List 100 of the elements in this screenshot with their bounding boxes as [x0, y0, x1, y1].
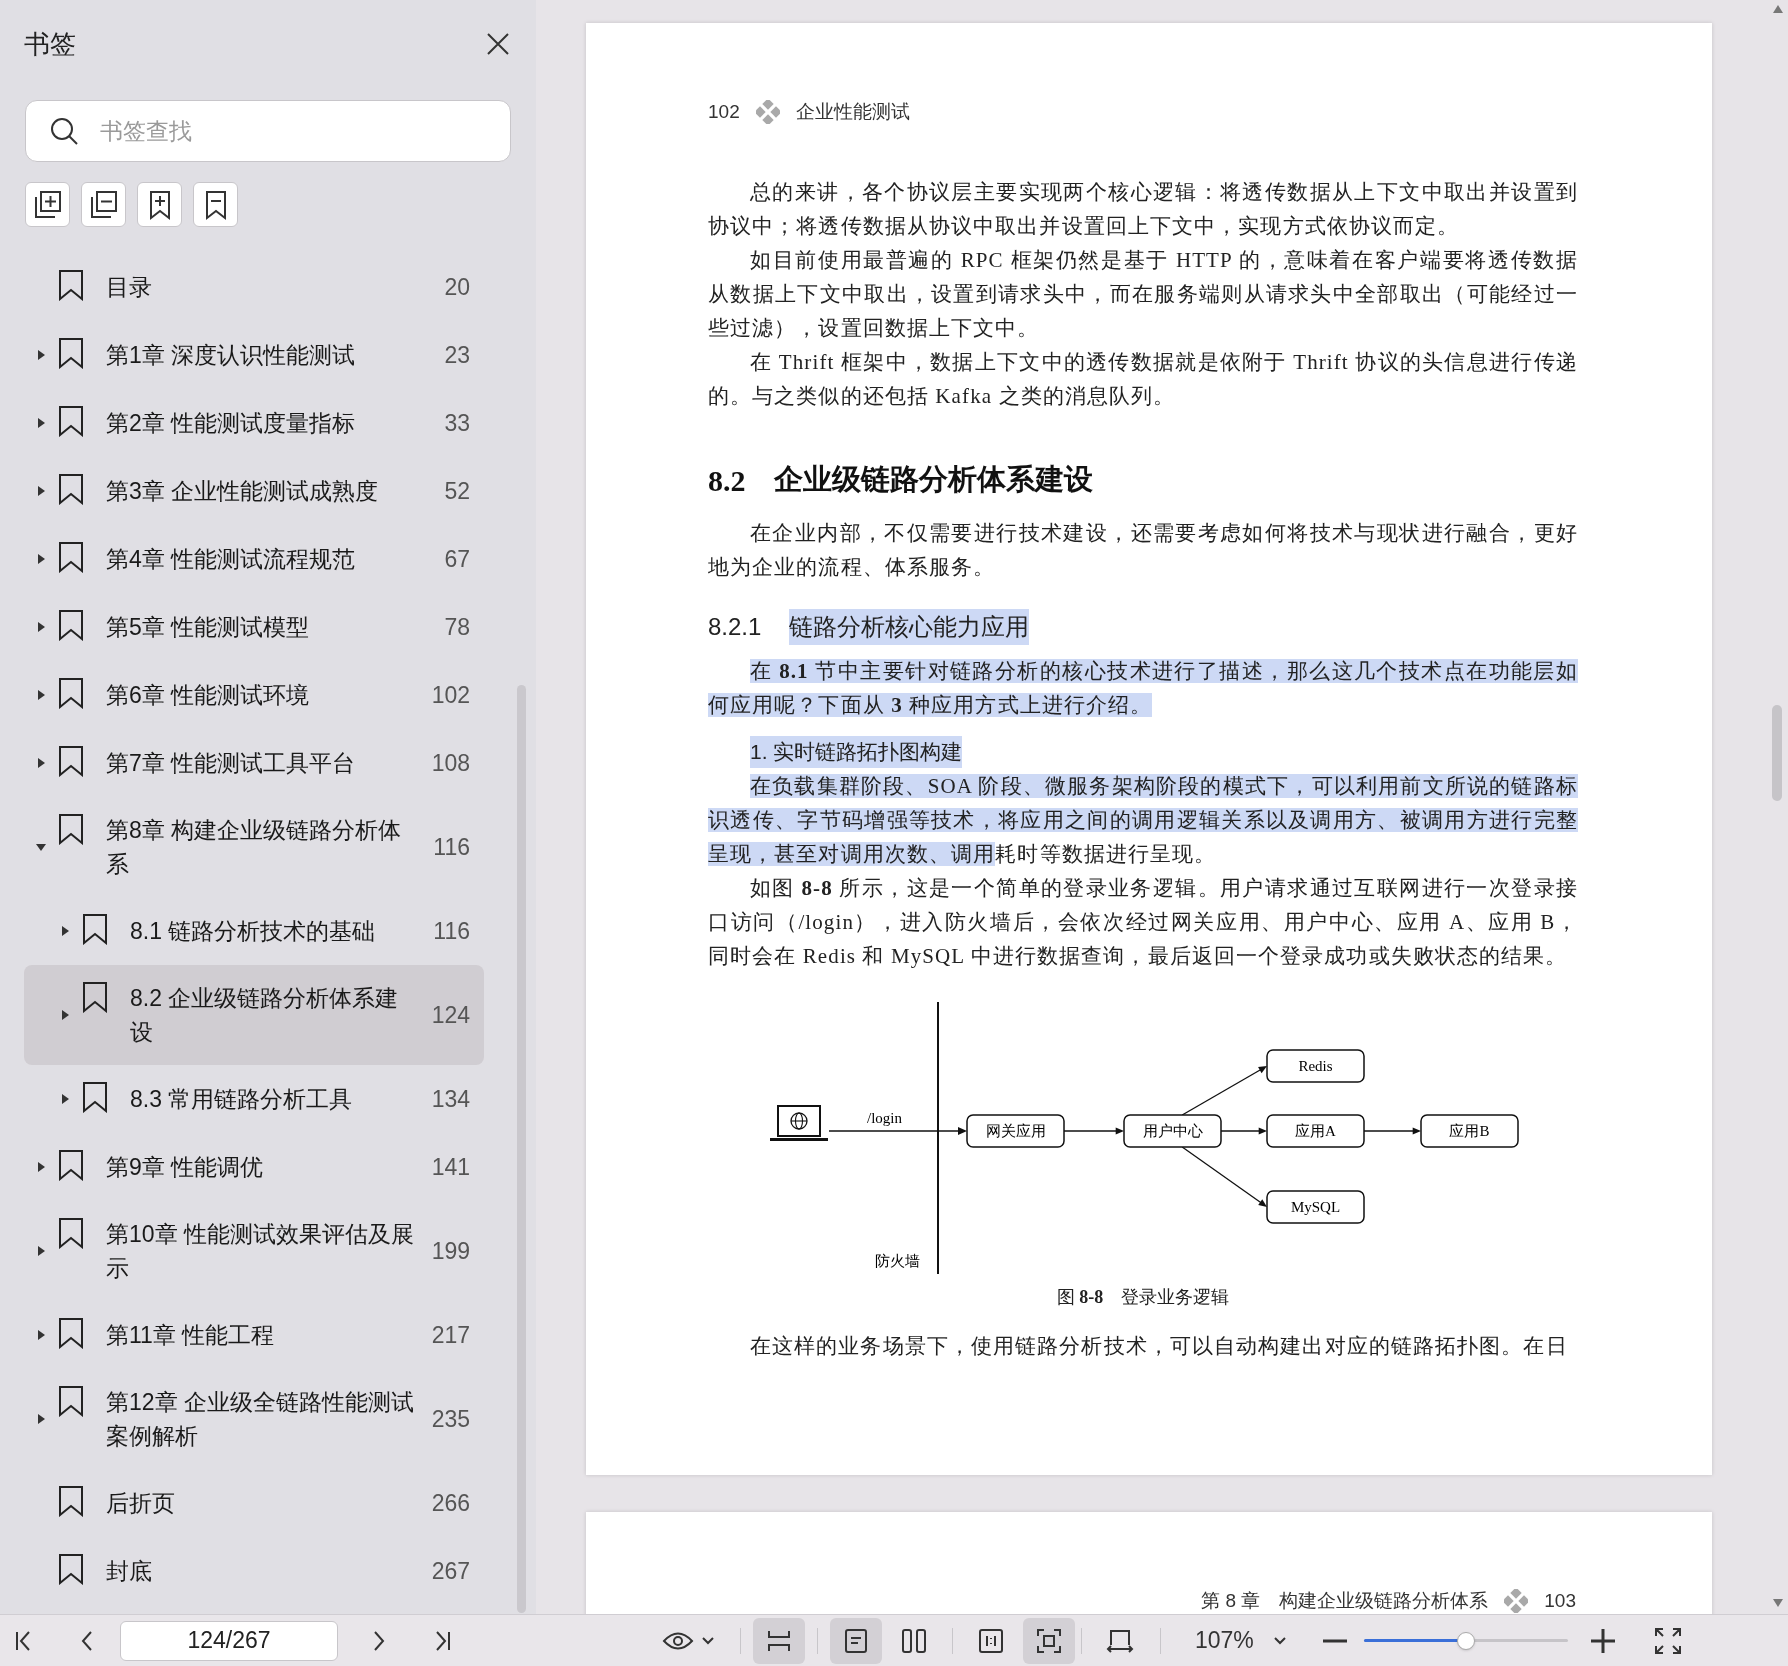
bookmark-title: 第10章 性能测试效果评估及展示 [106, 1220, 415, 1283]
caret-icon[interactable] [36, 485, 46, 497]
page-number: 52 [444, 476, 471, 506]
bookmark-item[interactable]: 后折页 266 [24, 1469, 484, 1537]
bookmark-item[interactable]: 第4章 性能测试流程规范 67 [24, 525, 484, 593]
bookmark-icon [58, 745, 84, 777]
page-number: 217 [431, 1320, 471, 1350]
actual-size-icon [978, 1627, 1004, 1654]
bookmark-item[interactable]: 8.1 链路分析技术的基础 116 [24, 897, 484, 965]
page-number: 235 [431, 1404, 471, 1434]
page-number: 267 [431, 1556, 471, 1586]
caret-icon[interactable] [36, 1161, 46, 1173]
bookmark-title: 8.3 常用链路分析工具 [130, 1085, 354, 1114]
bookmark-item[interactable]: 第1章 深度认识性能测试 23 [24, 321, 484, 389]
bookmark-title: 8.1 链路分析技术的基础 [130, 917, 377, 946]
bookmark-item[interactable]: 8.2 企业级链路分析体系建设 124 [24, 965, 484, 1065]
caret-icon[interactable] [36, 349, 46, 361]
firewall-label: 防火墙 [875, 1253, 920, 1269]
bookmark-icon [58, 1317, 84, 1349]
search-field[interactable]: 书签查找 [25, 100, 511, 162]
view-button[interactable] [753, 1617, 805, 1664]
zoom-dropdown[interactable]: 107% [1195, 1623, 1286, 1658]
caret-icon[interactable] [60, 925, 70, 937]
bookmark-icon [58, 337, 84, 369]
zoom-in-button[interactable] [1589, 1627, 1616, 1654]
scroll-down-icon [1772, 1598, 1784, 1608]
view-button[interactable] [1023, 1617, 1075, 1664]
bookmark-item[interactable]: 第2章 性能测试度量指标 33 [24, 389, 484, 457]
bookmark-title: 第7章 性能测试工具平台 [106, 749, 357, 778]
page-number: 78 [444, 612, 471, 642]
bookmark-icon [82, 913, 108, 945]
bookmark-title: 第8章 构建企业级链路分析体系 [106, 816, 403, 879]
diagram-node: 网关应用 [966, 1114, 1065, 1148]
caret-icon[interactable] [36, 621, 46, 633]
slider-thumb[interactable] [1456, 1631, 1475, 1650]
diagram-node: 应用A [1266, 1114, 1365, 1148]
caret-icon[interactable] [36, 553, 46, 565]
caret-icon[interactable] [36, 757, 46, 769]
page-number: 102 [708, 99, 740, 124]
page-number: 116 [433, 832, 471, 862]
page-number: 23 [444, 340, 471, 370]
scroll-up-icon [1772, 4, 1784, 14]
caret-icon[interactable] [36, 689, 46, 701]
figure-caption: 图 8-8 登录业务逻辑 [1056, 1286, 1230, 1309]
bookmark-title: 8.2 企业级链路分析体系建设 [130, 984, 400, 1047]
topic-heading: 1. 实时链路拓扑图构建 [750, 736, 963, 768]
bookmark-title: 目录 [106, 273, 153, 302]
bookmark-icon [58, 813, 84, 845]
caret-icon[interactable] [60, 1009, 70, 1021]
arrow [1063, 1127, 1124, 1135]
caret-icon[interactable] [36, 841, 46, 853]
paragraph: 如目前使用最普遍的 RPC 框架仍然是基于 HTTP 的，意味着在客户端要将透传数据从数据上下文中取出，设置到请求头中，而在服务端则从请求头中全部取出（可能经过一些过滤），设置回数据上下文中。 [708, 247, 1578, 342]
bookmark-title: 封底 [106, 1557, 153, 1586]
minus-icon [1322, 1638, 1347, 1643]
bookmark-item[interactable]: 第3章 企业性能测试成熟度 52 [24, 457, 484, 525]
page-number: 20 [444, 272, 471, 302]
bookmark-item[interactable]: 第8章 构建企业级链路分析体系 116 [24, 797, 484, 897]
remove-bookmark-button[interactable] [193, 182, 238, 227]
page-icon [844, 1627, 868, 1654]
bookmark-item[interactable]: 第5章 性能测试模型 78 [24, 593, 484, 661]
bookmark-icon [82, 981, 108, 1013]
add-bookmark-button[interactable] [137, 182, 182, 227]
diagram-node: Redis [1266, 1049, 1365, 1083]
bookmark-icon [58, 1149, 84, 1181]
paragraph: 在这样的业务场景下，使用链路分析技术，可以自动构建出对应的链路拓扑图。在日 [749, 1333, 1569, 1360]
caret-icon[interactable] [36, 1245, 46, 1257]
bookmark-item[interactable]: 第6章 性能测试环境 102 [24, 661, 484, 729]
bookmark-item[interactable]: 封底 267 [24, 1537, 484, 1605]
caret-icon[interactable] [36, 1329, 46, 1341]
laptop-icon [770, 1105, 828, 1141]
collapse-all-icon [88, 188, 119, 221]
diagram-node: 用户中心 [1123, 1114, 1222, 1148]
bookmark-title: 后折页 [106, 1489, 176, 1518]
zoom-slider[interactable] [1363, 1630, 1568, 1651]
bookmark-item[interactable]: 目录 20 [24, 253, 484, 321]
expand-all-button[interactable] [25, 182, 70, 227]
bookmark-item[interactable]: 第11章 性能工程 217 [24, 1301, 484, 1369]
caret-icon[interactable] [36, 1413, 46, 1425]
caret-icon[interactable] [36, 417, 46, 429]
view-button[interactable] [830, 1617, 882, 1664]
diamond-logo-icon [755, 100, 780, 124]
rotate-icon [1106, 1627, 1134, 1654]
fullscreen-button[interactable] [1653, 1626, 1682, 1655]
paragraph: 在 Thrift 框架中，数据上下文中的透传数据就是依附于 Thrift 协议的头信息进行传递的。与之类似的还包括 Kafka 之类的消息队列。 [708, 349, 1578, 410]
section-title: 企业级链路分析体系建设 [773, 462, 1093, 498]
page-number: 199 [431, 1236, 471, 1266]
bookmark-item[interactable]: 第7章 性能测试工具平台 108 [24, 729, 484, 797]
diagram-node: 应用B [1420, 1114, 1519, 1148]
bookmark-item[interactable]: 第9章 性能调优 141 [24, 1133, 484, 1201]
caret-icon[interactable] [60, 1093, 70, 1105]
page-field[interactable]: 124/267 [120, 1620, 338, 1661]
bookmark-title: 第4章 性能测试流程规范 [106, 545, 357, 574]
plus-icon [1590, 1628, 1615, 1653]
paragraph: 在负载集群阶段、SOA 阶段、微服务架构阶段的模式下，可以利用前文所说的链路标识透传、字节码增强等技术，将应用之间的调用逻辑关系以及调用方、被调用方进行完整呈现，甚至对调用次数、调用耗时等数据进行呈现。 [708, 773, 1578, 868]
bookmark-icon [58, 541, 84, 573]
bookmark-icon [58, 1217, 84, 1249]
bookmark-icon [58, 1485, 84, 1517]
bookmark-item[interactable]: 8.3 常用链路分析工具 134 [24, 1065, 484, 1133]
collapse-all-button[interactable] [81, 182, 126, 227]
bookmark-title: 第2章 性能测试度量指标 [106, 409, 357, 438]
